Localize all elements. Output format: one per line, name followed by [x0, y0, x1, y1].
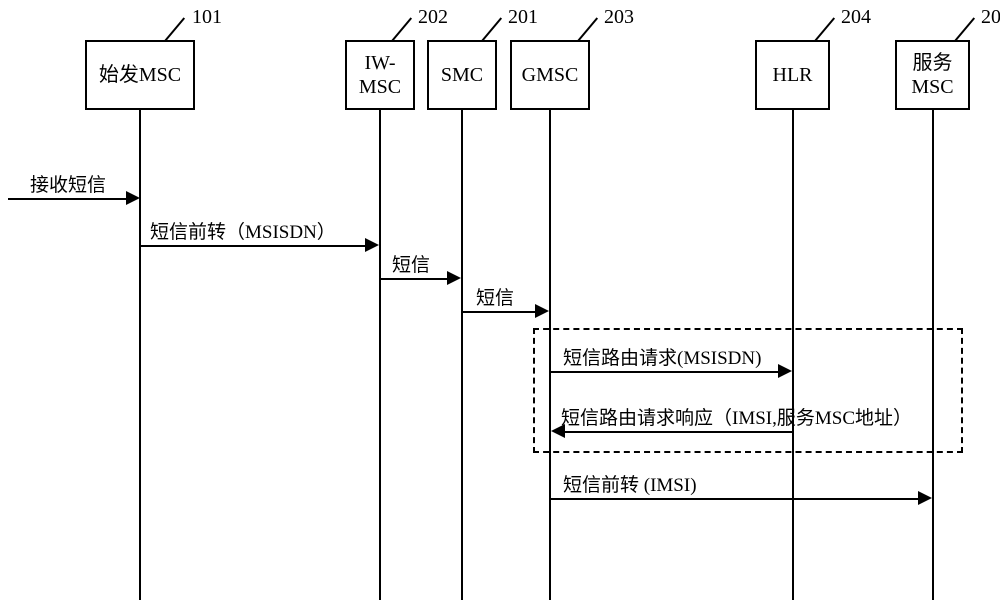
tick-line — [954, 17, 975, 41]
node-label: IW- MSC — [359, 51, 401, 99]
arrow — [8, 198, 128, 200]
msg-sms-2: 短信 — [476, 283, 514, 310]
msg-sms-1: 短信 — [392, 250, 430, 277]
lifeline — [379, 110, 381, 600]
arrow — [381, 278, 447, 280]
arrow — [141, 245, 365, 247]
tick-line — [577, 17, 598, 41]
node-id-202: 202 — [418, 6, 448, 29]
tick-line — [814, 17, 835, 41]
msg-receive-sms: 接收短信 — [30, 170, 106, 197]
arrow — [563, 431, 792, 433]
node-hlr: HLR — [755, 40, 830, 110]
node-smc: SMC — [427, 40, 497, 110]
node-id-101: 101 — [192, 6, 222, 29]
node-label: SMC — [441, 63, 483, 87]
node-id-205: 205 — [981, 6, 1000, 29]
node-label: HLR — [773, 63, 813, 87]
msg-sms-forward-imsi: 短信前转 (IMSI) — [563, 470, 697, 497]
tick-line — [391, 17, 412, 41]
node-id-203: 203 — [604, 6, 634, 29]
msg-route-req: 短信路由请求(MSISDN) — [563, 343, 761, 370]
node-id-201: 201 — [508, 6, 538, 29]
arrow-head-icon — [535, 304, 549, 318]
msg-route-resp: 短信路由请求响应（IMSI,服务MSC地址） — [561, 403, 912, 430]
node-serving-msc: 服务 MSC — [895, 40, 970, 110]
node-label: 服务 MSC — [911, 51, 953, 99]
node-iw-msc: IW- MSC — [345, 40, 415, 110]
sequence-diagram: 101 始发MSC 202 IW- MSC 201 SMC 203 GMSC 2… — [0, 0, 1000, 612]
node-id-204: 204 — [841, 6, 871, 29]
arrow — [463, 311, 535, 313]
node-originating-msc: 始发MSC — [85, 40, 195, 110]
tick-line — [481, 17, 502, 41]
arrow-head-icon — [365, 238, 379, 252]
arrow-head-icon — [447, 271, 461, 285]
arrow-head-icon — [918, 491, 932, 505]
node-label: 始发MSC — [99, 63, 181, 87]
lifeline — [461, 110, 463, 600]
node-label: GMSC — [522, 63, 579, 87]
arrow — [551, 498, 918, 500]
arrow-head-icon — [778, 364, 792, 378]
lifeline — [139, 110, 141, 600]
node-gmsc: GMSC — [510, 40, 590, 110]
arrow-head-icon — [126, 191, 140, 205]
arrow — [551, 371, 778, 373]
msg-sms-forward-msisdn: 短信前转（MSISDN） — [150, 217, 336, 244]
arrow-head-icon — [551, 424, 565, 438]
tick-line — [164, 17, 185, 41]
